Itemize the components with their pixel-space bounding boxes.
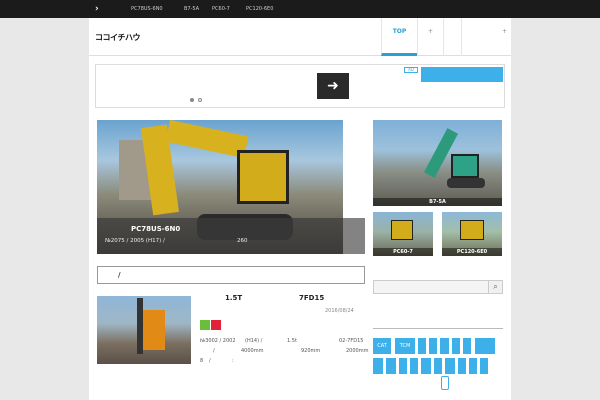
maker-chip[interactable] — [469, 358, 477, 374]
hero-photo-boom — [165, 120, 249, 159]
maker-chip[interactable] — [475, 338, 495, 354]
maker-chip[interactable] — [373, 358, 383, 374]
thumb-label: B7-5A — [373, 198, 502, 206]
listing-spec: №3002 / 2002 — [200, 338, 236, 344]
magnifier-icon[interactable]: ⌕ — [488, 281, 502, 293]
listing-spec: / — [213, 348, 215, 354]
maker-chip[interactable] — [410, 358, 418, 374]
tab-plus-1[interactable]: + — [417, 18, 443, 56]
ad-tag[interactable]: AD — [404, 67, 418, 73]
tab-top[interactable]: TOP — [381, 18, 417, 56]
listing-spec: 2000mm — [346, 348, 369, 354]
thumb-photo-cab — [460, 220, 484, 240]
hero-price: 260 — [237, 238, 248, 244]
keyword-search-input[interactable]: / — [97, 266, 365, 284]
hero-caption-extension — [343, 218, 365, 254]
maker-chip[interactable] — [421, 358, 431, 374]
listing-spec: 8 — [200, 358, 204, 364]
tab-blank[interactable] — [443, 18, 461, 56]
listing-date: 2016/08/24 — [325, 308, 354, 314]
topnav-item[interactable]: PC120-6E0 — [246, 0, 273, 18]
hero-photo-cab — [237, 150, 289, 204]
maker-chip[interactable] — [480, 358, 488, 374]
listing-spec: 4000mm — [241, 348, 264, 354]
site-logo[interactable]: ココイチハウ — [95, 32, 141, 42]
maker-chip[interactable] — [399, 358, 407, 374]
maker-chip-tcm[interactable]: TCM — [395, 338, 415, 354]
arrow-right-icon[interactable]: ➜ — [317, 73, 349, 99]
sidebar-divider — [373, 328, 503, 329]
thumb-photo-cab — [391, 220, 413, 240]
topnav-item[interactable]: PC78US-6N0 — [131, 0, 163, 18]
listing-spec: 02-7FD15 — [339, 338, 364, 344]
chevron-right-icon[interactable]: › — [95, 3, 105, 15]
listing-spec: (H14) / — [245, 338, 263, 344]
maker-chip[interactable] — [445, 358, 455, 374]
listing-spec: : — [232, 358, 234, 364]
thumb-pc60-7[interactable]: PC60-7 — [373, 212, 433, 256]
ad-banner[interactable]: ➜ AD — [95, 64, 505, 108]
maker-chip[interactable] — [429, 338, 437, 354]
topnav-item[interactable]: PC60-7 — [212, 0, 230, 18]
hero-slide[interactable]: PC78US-6N0 №2075 / 2005 (H17) / 260 — [97, 120, 343, 254]
hero-meta: №2075 / 2005 (H17) / — [105, 238, 165, 244]
listing-spec: 1.5t — [287, 338, 297, 344]
thumb-b7-5a[interactable]: B7-5A — [373, 120, 502, 206]
hero-title[interactable]: PC78US-6N0 — [131, 225, 180, 233]
maker-chip[interactable] — [418, 338, 426, 354]
listing-spec: 920mm — [301, 348, 321, 354]
site-header: ココイチハウ TOP + + — [89, 18, 511, 56]
maker-chip[interactable] — [452, 338, 460, 354]
top-navbar: › PC78US-6N0 B7-5A PC60-7 PC120-6E0 — [0, 0, 600, 18]
tab-plus-2[interactable]: + — [461, 18, 511, 56]
carousel-dot-active[interactable] — [190, 98, 194, 102]
carousel-dot[interactable] — [198, 98, 202, 102]
maker-chip-cat[interactable]: CAT — [373, 338, 391, 354]
maker-chip[interactable] — [463, 338, 471, 354]
scroll-to-top-button[interactable] — [441, 376, 449, 390]
listing-title-capacity[interactable]: 1.5T — [225, 294, 242, 302]
listing-photo-body — [143, 310, 165, 350]
sidebar-search-input[interactable]: ⌕ — [373, 280, 503, 294]
maker-chip[interactable] — [386, 358, 396, 374]
tag-green-icon — [200, 320, 210, 330]
hero-caption-overlay — [97, 218, 343, 254]
maker-chip[interactable] — [440, 338, 449, 354]
thumb-pc120-6e0[interactable]: PC120-6E0 — [442, 212, 502, 256]
tag-red-icon — [211, 320, 221, 330]
listing-photo-forklift[interactable] — [97, 296, 191, 364]
topnav-item[interactable]: B7-5A — [184, 0, 199, 18]
thumb-photo-cab — [451, 154, 479, 178]
maker-chip[interactable] — [434, 358, 442, 374]
thumb-label: PC60-7 — [373, 248, 433, 256]
listing-spec: / — [209, 358, 211, 364]
thumb-label: PC120-6E0 — [442, 248, 502, 256]
page-container: ココイチハウ TOP + + ➜ AD PC78US-6N0 №2075 / 2… — [89, 18, 511, 400]
maker-chip[interactable] — [458, 358, 466, 374]
ad-blue-block[interactable] — [421, 67, 503, 82]
thumb-photo-track — [447, 178, 485, 188]
listing-title-model[interactable]: 7FD15 — [299, 294, 324, 302]
